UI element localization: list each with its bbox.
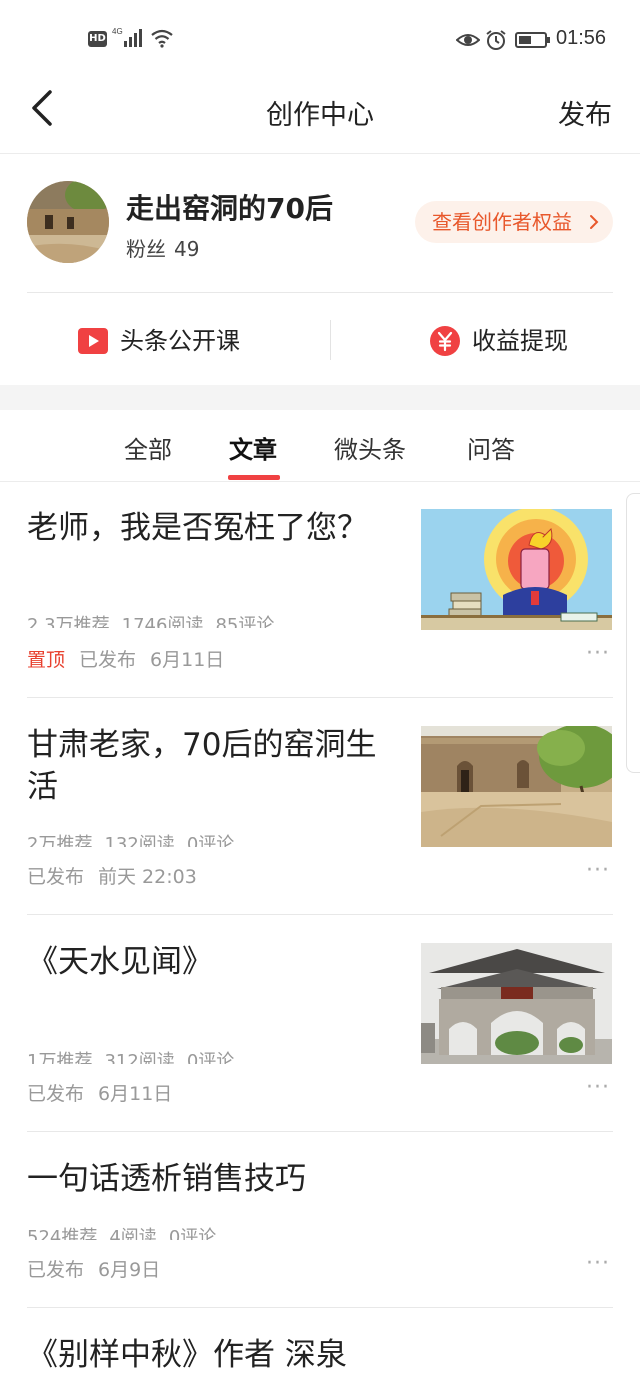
hd-icon: HD <box>88 31 107 47</box>
battery-icon <box>515 32 550 48</box>
fans-label: 粉丝 <box>126 237 166 261</box>
tab-all[interactable]: 全部 <box>124 430 172 465</box>
more-options-icon[interactable]: ··· <box>586 858 610 883</box>
article-title[interactable]: 甘肃老家，70后的窑洞生活 <box>27 724 399 808</box>
publish-status: 已发布 <box>27 1259 85 1281</box>
article-title[interactable]: 《天水见闻》 <box>27 941 399 983</box>
article-item[interactable]: 甘肃老家，70后的窑洞生活 2万推荐 132阅读 0评论 已发布 前天 22:03 ·… <box>0 698 640 915</box>
wifi-icon <box>151 29 173 48</box>
publish-button[interactable]: 发布 <box>558 93 612 132</box>
publish-status: 已发布 <box>27 866 85 888</box>
publish-date: 6月11日 <box>150 649 225 671</box>
clock: 01:56 <box>556 27 607 49</box>
comment-count: 85评论 <box>215 615 275 628</box>
creator-profile: 走出窑洞的70后 粉丝 49 查看创作者权益 <box>0 155 640 292</box>
creator-benefits-label: 查看创作者权益 <box>432 210 572 234</box>
more-options-icon[interactable]: ··· <box>586 641 610 666</box>
comment-count: 0评论 <box>186 1051 235 1064</box>
tab-micro-posts[interactable]: 微头条 <box>334 430 406 465</box>
publish-date: 6月11日 <box>98 1083 173 1105</box>
avatar[interactable] <box>27 181 109 263</box>
divider <box>330 320 331 360</box>
tab-articles[interactable]: 文章 <box>229 430 277 465</box>
comment-count: 0评论 <box>168 1227 217 1240</box>
publish-date: 6月9日 <box>98 1259 161 1281</box>
creator-benefits-button[interactable]: 查看创作者权益 <box>415 201 613 243</box>
article-stats: 2万推荐 132阅读 0评论 <box>27 833 246 847</box>
read-count: 132阅读 <box>104 834 175 847</box>
quick-actions: 头条公开课 收益提现 <box>0 293 640 385</box>
article-thumbnail[interactable] <box>421 943 612 1064</box>
article-meta: 已发布 前天 22:03 <box>27 862 211 889</box>
income-withdraw-label: 收益提现 <box>472 327 568 355</box>
fans-count: 粉丝 49 <box>126 233 199 262</box>
article-stats: 524推荐 4阅读 0评论 <box>27 1226 228 1240</box>
status-bar: HD 4G 01:56 <box>0 0 640 78</box>
article-meta: 已发布 6月11日 <box>27 1079 186 1106</box>
article-stats: 2.3万推荐 1746阅读 85评论 <box>27 614 286 628</box>
recommend-count: 524推荐 <box>27 1227 98 1240</box>
open-course-button[interactable]: 头条公开课 <box>78 320 240 360</box>
article-thumbnail[interactable] <box>421 509 612 630</box>
article-item[interactable]: 一句话透析销售技巧 524推荐 4阅读 0评论 已发布 6月9日 ··· <box>0 1132 640 1308</box>
active-tab-indicator <box>228 475 280 480</box>
page-title: 创作中心 <box>266 100 374 131</box>
publish-status: 已发布 <box>79 649 137 671</box>
article-item[interactable]: 《天水见闻》 1万推荐 312阅读 0评论 已发布 6月11日 ··· <box>0 915 640 1132</box>
eye-icon <box>456 34 480 46</box>
income-withdraw-button[interactable]: 收益提现 <box>430 320 568 360</box>
avatar-image <box>27 181 109 263</box>
alarm-icon <box>486 30 506 50</box>
publish-date: 前天 22:03 <box>98 866 197 888</box>
article-title[interactable]: 《别样中秋》作者 深泉 <box>27 1334 587 1376</box>
signal-icon: 4G <box>112 27 142 47</box>
content-tabs: 全部 文章 微头条 问答 <box>0 410 640 482</box>
thumbnail-image <box>421 943 612 1064</box>
network-type: 4G <box>112 27 123 36</box>
tab-qa[interactable]: 问答 <box>467 430 515 465</box>
publish-status: 已发布 <box>27 1083 85 1105</box>
more-options-icon[interactable]: ··· <box>586 1075 610 1100</box>
play-icon <box>78 328 108 354</box>
username: 走出窑洞的70后 <box>126 192 333 225</box>
read-count: 1746阅读 <box>121 615 204 628</box>
recommend-count: 1万推荐 <box>27 1051 93 1064</box>
article-stats: 1万推荐 312阅读 0评论 <box>27 1050 246 1064</box>
fans-number: 49 <box>174 237 200 261</box>
article-title[interactable]: 老师，我是否冤枉了您？ <box>27 507 399 549</box>
recommend-count: 2万推荐 <box>27 834 93 847</box>
chevron-right-icon <box>590 215 599 229</box>
read-count: 312阅读 <box>104 1051 175 1064</box>
more-options-icon[interactable]: ··· <box>586 1251 610 1276</box>
section-separator <box>0 385 640 410</box>
comment-count: 0评论 <box>186 834 235 847</box>
article-item[interactable]: 《别样中秋》作者 深泉 <box>0 1308 640 1386</box>
article-meta: 置顶 已发布 6月11日 <box>27 645 238 672</box>
navigation-bar: 创作中心 发布 <box>0 78 640 154</box>
article-title[interactable]: 一句话透析销售技巧 <box>27 1158 587 1200</box>
open-course-label: 头条公开课 <box>120 327 240 355</box>
recommend-count: 2.3万推荐 <box>27 615 110 628</box>
article-meta: 已发布 6月9日 <box>27 1255 174 1282</box>
article-thumbnail[interactable] <box>421 726 612 847</box>
thumbnail-image <box>421 509 612 630</box>
yen-icon <box>430 326 460 356</box>
article-item[interactable]: 老师，我是否冤枉了您？ 2.3万推荐 1746阅读 85评论 置顶 已发布 6月11日 … <box>0 483 640 698</box>
thumbnail-image <box>421 726 612 847</box>
pinned-badge: 置顶 <box>27 649 66 671</box>
read-count: 4阅读 <box>109 1227 157 1240</box>
